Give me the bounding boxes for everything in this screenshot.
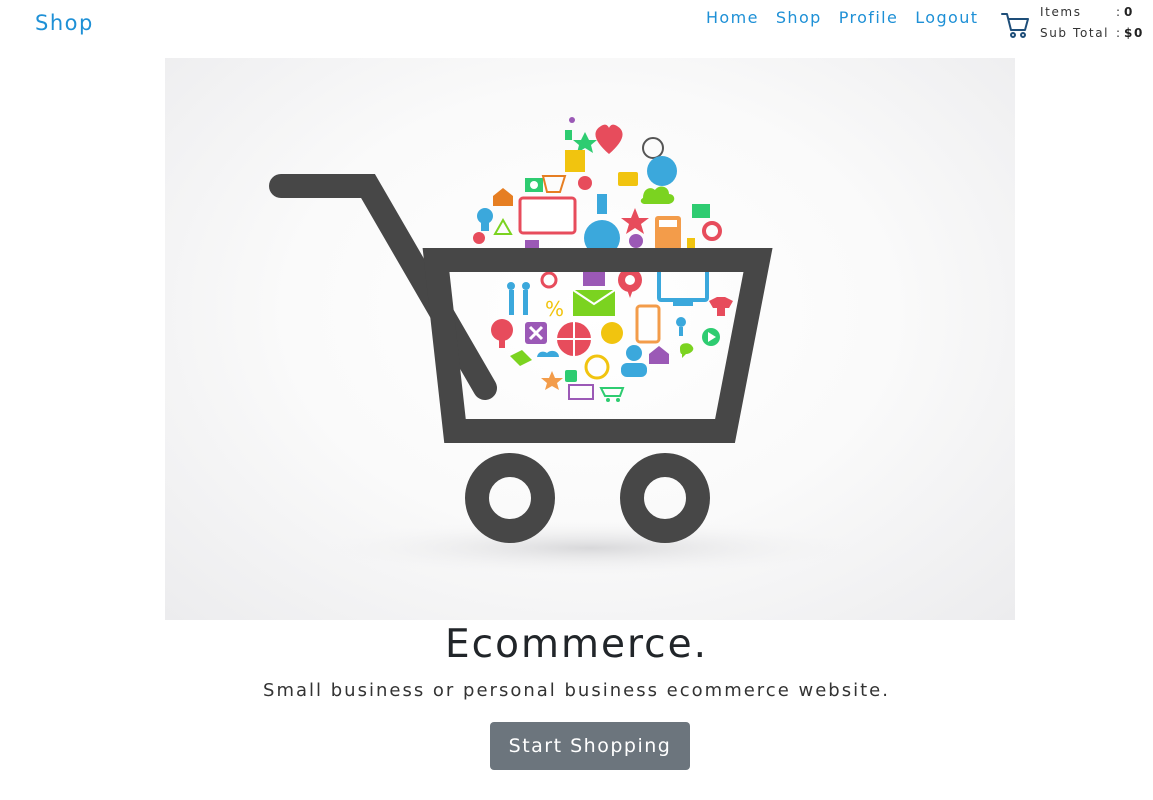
items-separator: :	[1116, 5, 1122, 19]
tshirt-icon	[709, 297, 733, 316]
nav-profile[interactable]: Profile	[839, 8, 899, 27]
items-label: Items	[1040, 5, 1082, 19]
home-icon	[493, 188, 513, 206]
subtotal-separator: :	[1116, 26, 1122, 40]
cart-wheel-right	[620, 453, 710, 543]
subtotal-value: $0	[1124, 26, 1144, 40]
nav-home[interactable]: Home	[706, 8, 759, 27]
clock-icon	[642, 137, 664, 159]
items-count: 0	[1124, 5, 1134, 19]
hero-title: Ecommerce.	[445, 622, 708, 667]
shopping-cart-icon[interactable]	[1000, 10, 1030, 40]
globe-icon	[647, 156, 677, 186]
brand-link[interactable]: Shop	[35, 11, 94, 35]
gear-icon	[702, 221, 722, 241]
person-icon	[626, 345, 642, 361]
subtotal-label: Sub Total	[1040, 26, 1110, 40]
heart-icon	[595, 124, 623, 154]
shopping-cart-illustration: %	[269, 117, 865, 576]
basket-icons: %	[491, 268, 733, 402]
main-nav: Home Shop Profile Logout	[706, 8, 978, 27]
cloud-icon	[640, 186, 675, 204]
cart-summary: Items : 0 Sub Total : $0	[1040, 2, 1144, 44]
hero-subtitle: Small business or personal business ecom…	[263, 680, 890, 701]
start-shopping-button[interactable]: Start Shopping	[490, 722, 690, 770]
nav-shop[interactable]: Shop	[776, 8, 822, 27]
cart-wheel-left	[465, 453, 555, 543]
svg-text:%: %	[545, 297, 564, 321]
icon-cluster	[473, 117, 722, 256]
nav-logout[interactable]: Logout	[915, 8, 978, 27]
hero-image: %	[165, 58, 1015, 620]
shopping-cart-icon	[599, 387, 625, 397]
star-icon	[621, 208, 649, 234]
monitor-icon	[518, 196, 577, 235]
